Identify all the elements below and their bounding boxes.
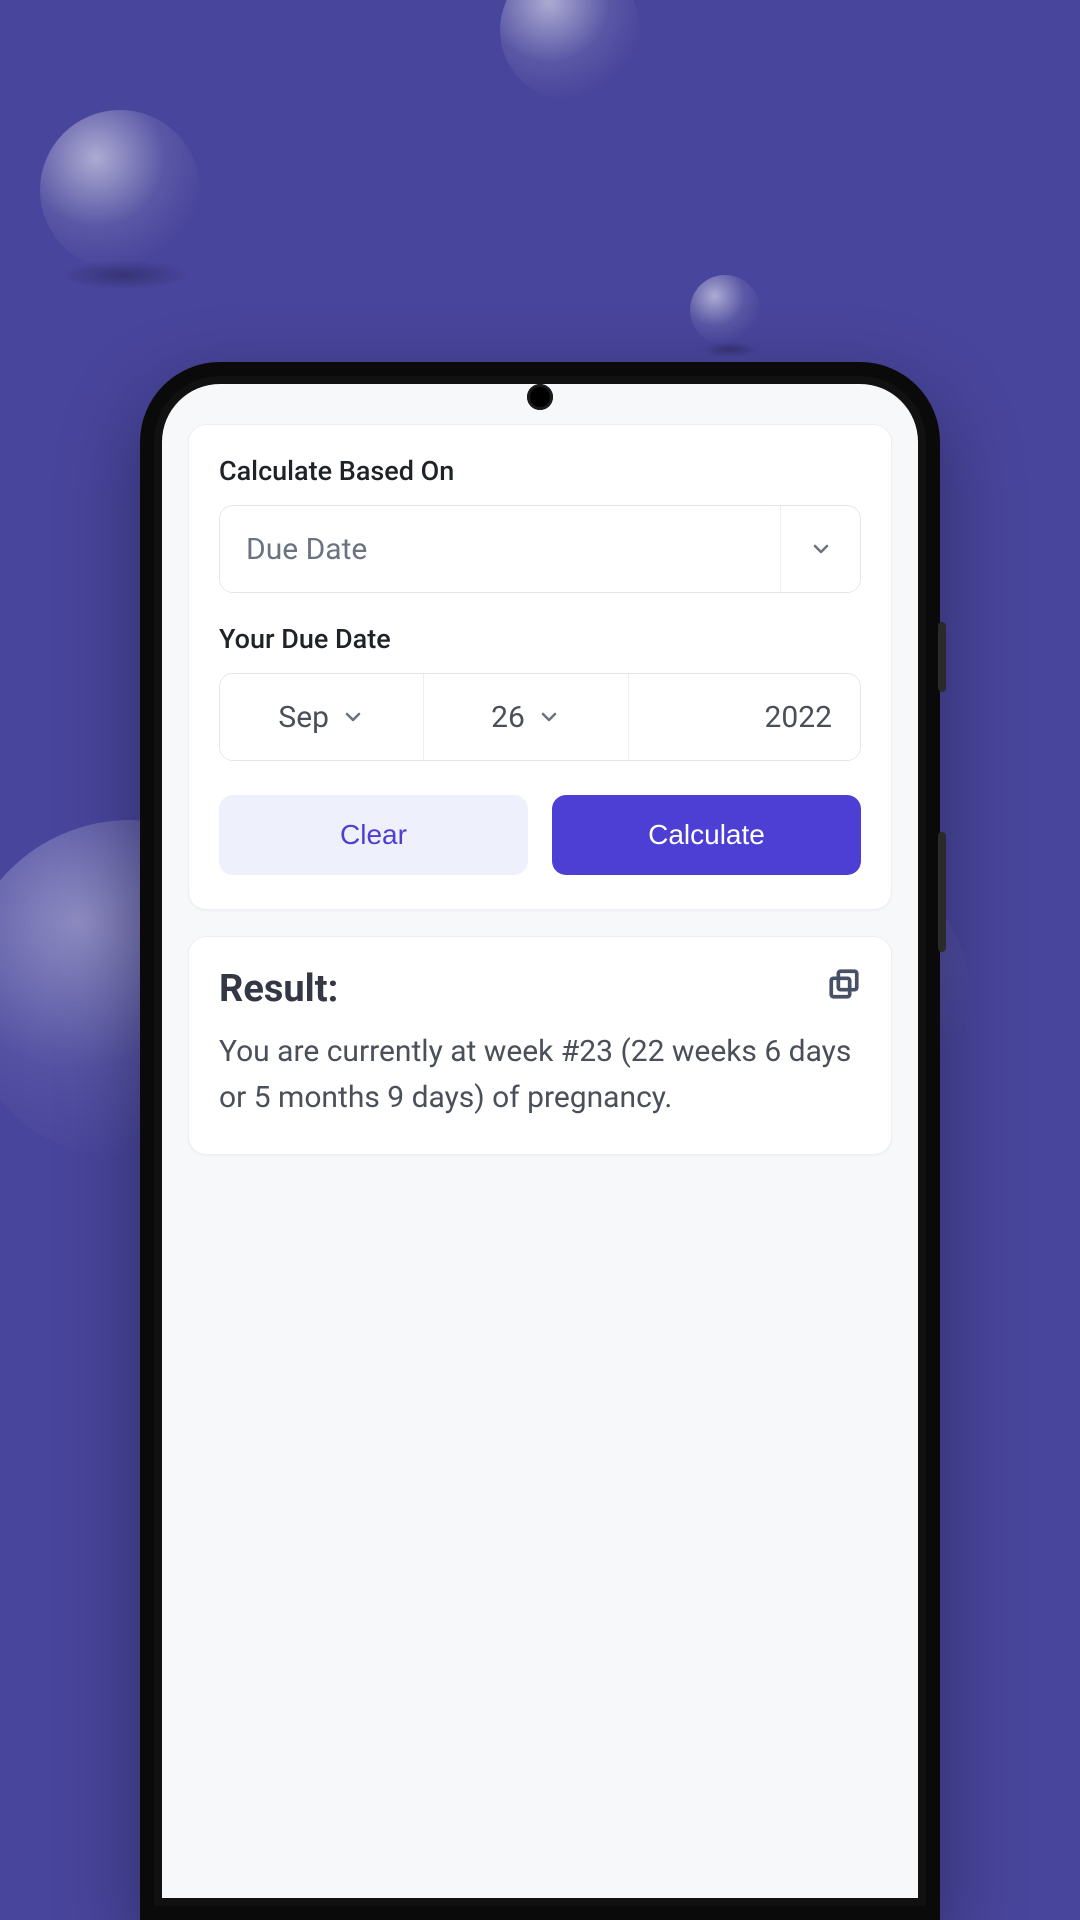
decorative-shadow (60, 260, 190, 290)
clear-button[interactable]: Clear (219, 795, 528, 875)
basis-select-value: Due Date (220, 506, 780, 592)
phone-side-button (938, 832, 946, 952)
button-row: Clear Calculate (219, 795, 861, 875)
day-select[interactable]: 26 (423, 674, 627, 760)
basis-select[interactable]: Due Date (219, 505, 861, 593)
phone-camera (527, 384, 553, 410)
chevron-down-icon (537, 705, 561, 729)
decorative-sphere (500, 0, 640, 100)
app-screen: Calculate Based On Due Date Your Due Dat… (162, 384, 918, 1898)
result-text: You are currently at week #23 (22 weeks … (219, 1029, 861, 1120)
decorative-sphere (690, 275, 760, 345)
phone-bezel: Calculate Based On Due Date Your Due Dat… (154, 376, 926, 1906)
due-date-label: Your Due Date (219, 623, 861, 655)
month-select[interactable]: Sep (220, 674, 423, 760)
calculate-button[interactable]: Calculate (552, 795, 861, 875)
result-header: Result: (219, 967, 861, 1011)
due-date-picker: Sep 26 2022 (219, 673, 861, 761)
decorative-shadow (700, 342, 760, 357)
decorative-sphere (40, 110, 200, 270)
phone-frame: Calculate Based On Due Date Your Due Dat… (140, 362, 940, 1920)
result-card: Result: You are currently at week #23 (2… (188, 936, 892, 1155)
phone-side-button (938, 622, 946, 692)
year-input[interactable]: 2022 (628, 674, 860, 760)
month-value: Sep (278, 700, 329, 735)
basis-label: Calculate Based On (219, 455, 861, 487)
copy-icon[interactable] (827, 967, 861, 1001)
chevron-down-icon (341, 705, 365, 729)
chevron-down-icon (780, 506, 860, 592)
day-value: 26 (491, 700, 525, 735)
year-value: 2022 (765, 700, 832, 735)
calculator-card: Calculate Based On Due Date Your Due Dat… (188, 424, 892, 910)
result-title: Result: (219, 967, 338, 1011)
